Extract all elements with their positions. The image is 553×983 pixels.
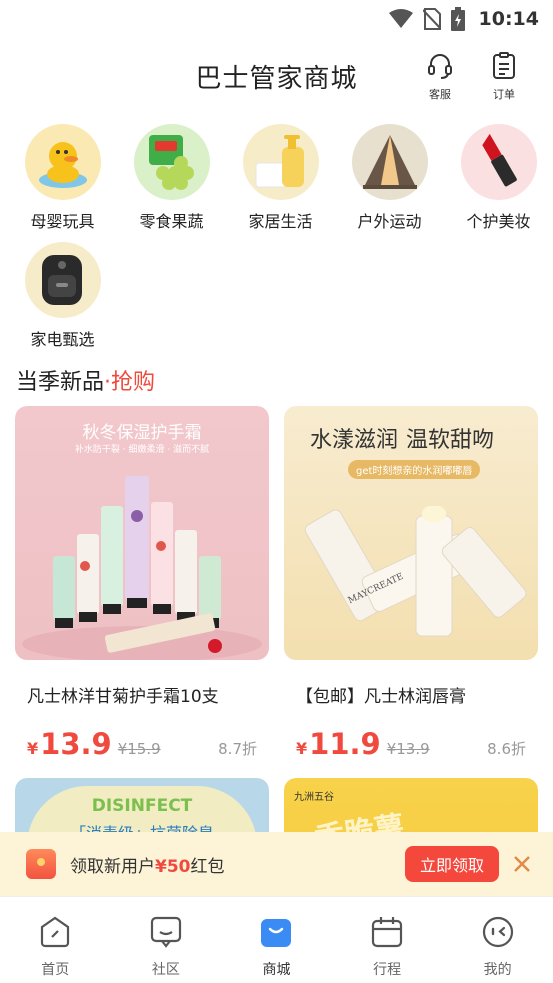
- customer-service-label: 客服: [429, 88, 451, 101]
- no-sim-icon: [422, 8, 441, 30]
- coupon-text-after: 红包: [190, 856, 225, 877]
- category-appliances[interactable]: 家电甄选: [8, 242, 117, 360]
- product-grid: 秋冬保湿护手霜 补水防干裂 · 细嫩柔滑 · 滋而不腻 凡士林洋甘菊护手霜10支…: [15, 406, 538, 906]
- category-grid: 母婴玩具 零食果蔬 家居生活 户外运动 个护美妆 家电甄选: [8, 124, 553, 360]
- orders-label: 订单: [493, 88, 515, 101]
- price-row: ¥ 13.9 ¥15.9 8.7折: [27, 727, 257, 761]
- hand-cream-tubes-illustration: [22, 476, 262, 660]
- currency-symbol: ¥: [27, 739, 39, 758]
- product-price: 13.9: [40, 727, 112, 761]
- discount-label: 8.6折: [487, 740, 526, 758]
- product-card[interactable]: 水漾滋润 温软甜吻 get时刻想亲的水润嘟嘟唇 MAYCREATE 【包邮】凡士…: [284, 406, 538, 761]
- coupon-text-before: 领取新用户: [70, 856, 155, 877]
- community-icon: [149, 915, 183, 953]
- original-price: ¥15.9: [117, 740, 161, 758]
- bottom-tab-bar: 首页 社区 商城 行程 我的: [0, 896, 553, 983]
- section-title: 当季新品·抢购: [16, 364, 155, 396]
- section-title-main: 当季新品: [16, 370, 105, 395]
- page-title: 巴士管家商城: [195, 64, 358, 94]
- category-label: 家电甄选: [30, 330, 95, 349]
- trip-calendar-icon: [370, 915, 404, 953]
- lip-balm-sticks-illustration: [304, 506, 527, 637]
- tab-label: 行程: [373, 962, 402, 978]
- duck-toy-icon: [24, 124, 101, 200]
- tab-label: 商城: [262, 962, 291, 978]
- customer-service-button[interactable]: 客服: [418, 52, 462, 102]
- tab-label: 社区: [151, 962, 180, 978]
- price-row: ¥ 11.9 ¥13.9 8.6折: [296, 727, 526, 761]
- clipboard-icon: [492, 52, 516, 84]
- shop-bag-icon: [259, 915, 293, 953]
- tab-profile[interactable]: 我的: [442, 897, 553, 983]
- app-header: 巴士管家商城 客服 订单: [0, 38, 553, 116]
- section-title-dot: ·: [104, 370, 112, 395]
- home-icon: [38, 915, 72, 953]
- tab-home[interactable]: 首页: [0, 897, 111, 983]
- category-snacks-fruits[interactable]: 零食果蔬: [117, 124, 226, 242]
- category-beauty-care[interactable]: 个护美妆: [444, 124, 553, 242]
- tab-label: 首页: [41, 962, 70, 978]
- wifi-icon: [388, 9, 413, 29]
- product-name: 【包邮】凡士林润唇膏: [296, 687, 466, 707]
- snacks-grapes-icon: [133, 124, 210, 200]
- category-home-living[interactable]: 家居生活: [226, 124, 335, 242]
- status-time: 10:14: [478, 8, 539, 30]
- lipstick-icon: [460, 124, 537, 200]
- claim-coupon-button[interactable]: 立即领取: [405, 846, 499, 882]
- tab-trips[interactable]: 行程: [332, 897, 443, 983]
- profile-face-icon: [481, 915, 515, 953]
- product-image: 秋冬保湿护手霜 补水防干裂 · 细嫩柔滑 · 滋而不腻: [15, 406, 269, 660]
- product-card[interactable]: 秋冬保湿护手霜 补水防干裂 · 细嫩柔滑 · 滋而不腻 凡士林洋甘菊护手霜10支…: [15, 406, 269, 761]
- status-bar: 10:14: [0, 0, 553, 38]
- orders-button[interactable]: 订单: [482, 52, 526, 102]
- currency-symbol: ¥: [296, 739, 308, 758]
- headset-icon: [427, 52, 453, 84]
- category-label: 家居生活: [248, 212, 313, 231]
- discount-label: 8.7折: [218, 740, 257, 758]
- section-title-accent: 抢购: [111, 370, 156, 395]
- category-label: 户外运动: [357, 212, 422, 231]
- product-image-headline: DISINFECT: [91, 796, 193, 816]
- home-bottle-icon: [242, 124, 319, 200]
- battery-icon: [450, 7, 465, 31]
- product-price: 11.9: [309, 727, 381, 761]
- product-name: 凡士林洋甘菊护手霜10支: [27, 687, 219, 707]
- new-user-coupon-bar: 领取新用户¥50红包 立即领取: [0, 832, 553, 896]
- product-image-brand: 九洲五谷: [294, 792, 334, 803]
- original-price: ¥13.9: [386, 740, 430, 758]
- product-image: 水漾滋润 温软甜吻 get时刻想亲的水润嘟嘟唇 MAYCREATE: [284, 406, 538, 660]
- coupon-text: 领取新用户¥50红包: [70, 852, 225, 877]
- category-outdoor-sports[interactable]: 户外运动: [335, 124, 444, 242]
- red-envelope-icon: [26, 849, 56, 879]
- tent-icon: [351, 124, 428, 200]
- category-label: 母婴玩具: [30, 212, 95, 231]
- category-label: 个护美妆: [466, 212, 531, 231]
- air-fryer-icon: [24, 242, 101, 318]
- tab-community[interactable]: 社区: [111, 897, 222, 983]
- coupon-amount: ¥50: [155, 856, 191, 877]
- tab-label: 我的: [483, 962, 512, 978]
- tab-shop[interactable]: 商城: [221, 897, 332, 983]
- close-icon[interactable]: [510, 852, 534, 876]
- category-baby-toys[interactable]: 母婴玩具: [8, 124, 117, 242]
- category-label: 零食果蔬: [139, 212, 204, 231]
